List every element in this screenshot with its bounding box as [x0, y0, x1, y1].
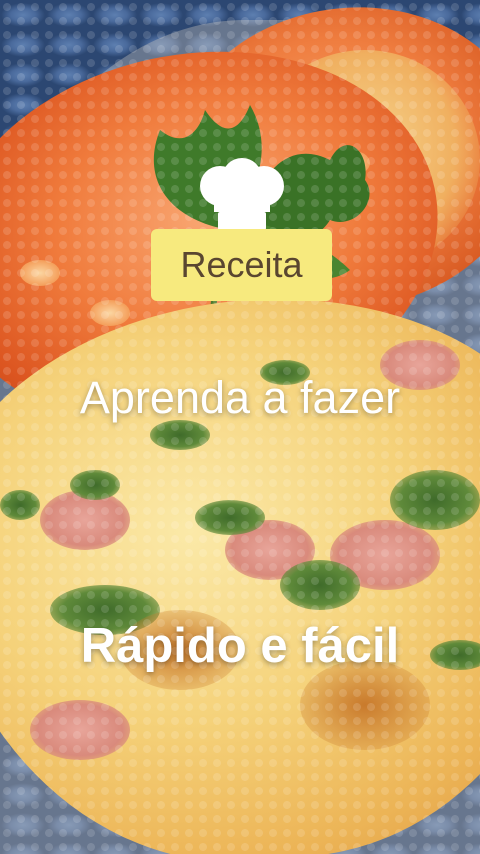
recipe-badge: Receita: [151, 229, 332, 301]
ham-piece: [40, 490, 130, 550]
ham-piece: [30, 700, 130, 760]
tomato-seed: [90, 300, 130, 326]
food-photo: [0, 0, 480, 854]
herb-piece: [0, 490, 40, 520]
recipe-badge-label: Receita: [180, 244, 303, 285]
headline-learn-to-make: Aprenda a fazer: [79, 372, 401, 423]
herb-piece: [195, 500, 265, 535]
herb-piece: [150, 420, 210, 450]
tomato-seed: [20, 260, 60, 286]
headline-quick-and-easy: Rápido e fácil: [80, 619, 400, 673]
herb-piece: [390, 470, 480, 530]
herb-piece: [70, 470, 120, 500]
chef-hat-icon: [200, 158, 284, 230]
herb-piece: [280, 560, 360, 610]
